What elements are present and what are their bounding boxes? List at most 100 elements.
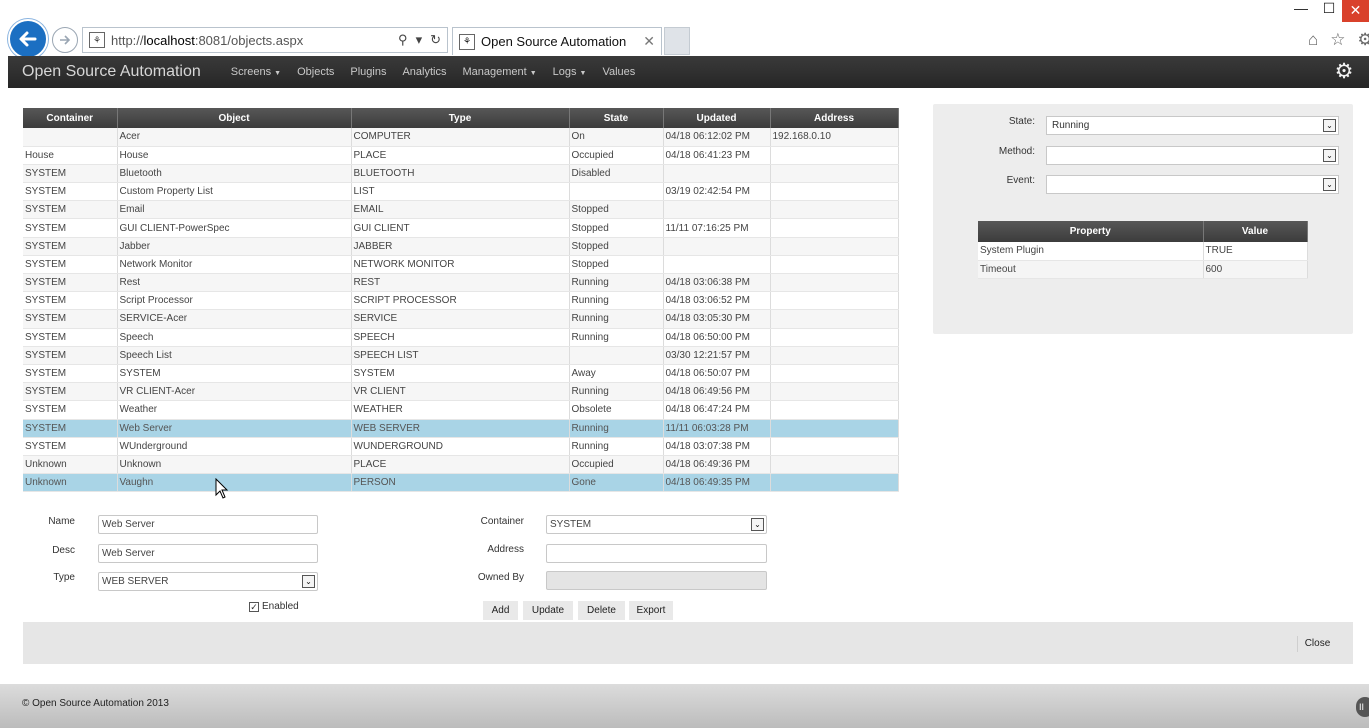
menu-item-logs[interactable]: Logs ▼	[545, 66, 595, 78]
table-row[interactable]: SYSTEM SERVICE-Acer SERVICE Running 04/18 03…	[23, 309, 899, 329]
method-select[interactable]: ⌄	[1046, 146, 1339, 165]
table-cell: Speech	[117, 328, 352, 347]
property-row[interactable]: System Plugin TRUE	[978, 242, 1308, 261]
table-row[interactable]: SYSTEM GUI CLIENT-PowerSpec GUI CLIENT Stop…	[23, 218, 899, 238]
browser-settings-icon[interactable]: ⚙	[1358, 30, 1369, 50]
desc-field[interactable]: Web Server	[98, 544, 318, 563]
chevron-down-icon[interactable]: ⌄	[1323, 119, 1336, 132]
table-cell: WEB SERVER	[351, 419, 570, 438]
table-cell	[770, 273, 899, 293]
column-header-updated[interactable]: Updated	[663, 108, 771, 128]
menu-item-label: Plugins	[350, 66, 387, 78]
menu-item-analytics[interactable]: Analytics	[394, 66, 454, 78]
add-button[interactable]: Add	[483, 601, 518, 620]
table-cell: PLACE	[351, 146, 570, 165]
table-row[interactable]: Unknown Unknown PLACE Occupied 04/18 06:49:3…	[23, 455, 899, 475]
column-header-state[interactable]: State	[569, 108, 664, 128]
name-field[interactable]: Web Server	[98, 515, 318, 534]
dropdown-icon[interactable]: ▾	[416, 32, 423, 48]
chevron-down-icon[interactable]: ⌄	[302, 575, 315, 588]
chevron-down-icon[interactable]: ⌄	[751, 518, 764, 531]
menu-item-label: Logs	[552, 66, 577, 78]
type-select[interactable]: WEB SERVER ⌄	[98, 572, 318, 591]
tab-close-icon[interactable]: ✕	[643, 33, 655, 50]
container-label: Container	[480, 516, 524, 527]
menu-item-objects[interactable]: Objects	[289, 66, 342, 78]
browser-tab[interactable]: ⚘ Open Source Automation ✕	[452, 27, 662, 55]
table-cell	[770, 382, 899, 402]
table-cell: SYSTEM	[23, 400, 118, 420]
table-row[interactable]: SYSTEM Weather WEATHER Obsolete 04/18 06:47:…	[23, 400, 899, 420]
table-row[interactable]: SYSTEM Bluetooth BLUETOOTH Disabled	[23, 164, 899, 184]
table-row[interactable]: Unknown Vaughn PERSON Gone 04/18 06:49:35 PM	[23, 473, 899, 493]
table-row[interactable]: House House PLACE Occupied 04/18 06:41:23 PM	[23, 146, 899, 165]
home-icon[interactable]: ⌂	[1308, 30, 1318, 50]
column-header-address[interactable]: Address	[770, 108, 899, 128]
table-row[interactable]: Acer COMPUTER On 04/18 06:12:02 PM 192.168.0…	[23, 128, 899, 147]
address-field[interactable]	[546, 544, 767, 563]
state-label: State:	[1008, 116, 1035, 127]
table-cell: VR CLIENT	[351, 382, 570, 402]
table-cell: Web Server	[117, 419, 352, 438]
table-cell	[663, 200, 771, 220]
container-select[interactable]: SYSTEM ⌄	[546, 515, 767, 534]
app-brand[interactable]: Open Source Automation	[22, 63, 201, 81]
menu-item-label: Objects	[297, 66, 335, 78]
address-bar[interactable]: ⚘ http://localhost:8081/objects.aspx ⚲ ▾…	[82, 27, 448, 53]
window-close-icon[interactable]: ✕	[1342, 0, 1369, 22]
favorites-star-icon[interactable]: ☆	[1330, 30, 1345, 50]
column-header-object[interactable]: Object	[117, 108, 352, 128]
table-cell	[770, 400, 899, 420]
table-row[interactable]: SYSTEM VR CLIENT-Acer VR CLIENT Running 04/1…	[23, 382, 899, 402]
main-menu: Screens ▼ Objects Plugins Analytics Managemen…	[223, 66, 643, 78]
menu-item-screens[interactable]: Screens ▼	[223, 66, 289, 78]
column-header-type[interactable]: Type	[351, 108, 570, 128]
table-cell	[770, 291, 899, 311]
table-row[interactable]: SYSTEM Custom Property List LIST 03/19 02:4…	[23, 182, 899, 202]
table-cell	[770, 419, 899, 438]
table-row[interactable]: SYSTEM Speech SPEECH Running 04/18 06:50:00 …	[23, 328, 899, 347]
export-button[interactable]: Export	[629, 601, 673, 620]
refresh-icon[interactable]: ↻	[430, 32, 441, 48]
prop-header-value[interactable]: Value	[1203, 221, 1308, 242]
table-row[interactable]: SYSTEM Jabber JABBER Stopped	[23, 237, 899, 256]
enabled-checkbox[interactable]: ✓	[249, 602, 259, 612]
update-button[interactable]: Update	[523, 601, 573, 620]
address-tools: ⚲ ▾ ↻	[398, 32, 441, 48]
menu-item-values[interactable]: Values	[594, 66, 643, 78]
minimize-icon[interactable]: —	[1290, 0, 1312, 22]
search-icon[interactable]: ⚲	[398, 32, 408, 48]
table-row[interactable]: SYSTEM SYSTEM SYSTEM Away 04/18 06:50:07 PM	[23, 364, 899, 384]
menu-item-label: Values	[602, 66, 636, 78]
state-select[interactable]: Running ⌄	[1046, 116, 1339, 135]
table-cell: 11/11 06:03:28 PM	[663, 419, 771, 438]
new-tab-button[interactable]	[664, 27, 690, 55]
chevron-down-icon[interactable]: ⌄	[1323, 149, 1336, 162]
table-cell: SERVICE	[351, 309, 570, 329]
table-row[interactable]: SYSTEM Speech List SPEECH LIST 03/30 12:21:…	[23, 346, 899, 365]
menu-item-plugins[interactable]: Plugins	[342, 66, 394, 78]
table-row[interactable]: SYSTEM Web Server WEB SERVER Running 11/11 0…	[23, 419, 899, 438]
prop-header-property[interactable]: Property	[978, 221, 1204, 242]
gear-icon[interactable]: ⚙	[1333, 61, 1355, 83]
menu-item-management[interactable]: Management ▼	[454, 66, 544, 78]
chevron-down-icon[interactable]: ⌄	[1323, 178, 1336, 191]
property-row[interactable]: Timeout 600	[978, 260, 1308, 279]
table-row[interactable]: SYSTEM Network Monitor NETWORK MONITOR Stop…	[23, 255, 899, 275]
table-cell: 03/19 02:42:54 PM	[663, 182, 771, 202]
forward-button[interactable]	[52, 27, 78, 53]
table-row[interactable]: SYSTEM WUnderground WUNDERGROUND Running 04/…	[23, 437, 899, 456]
table-cell: Running	[569, 419, 664, 438]
delete-button[interactable]: Delete	[578, 601, 625, 620]
table-row[interactable]: SYSTEM Email EMAIL Stopped	[23, 200, 899, 220]
column-header-container[interactable]: Container	[23, 108, 118, 128]
table-cell: SYSTEM	[23, 382, 118, 402]
table-row[interactable]: SYSTEM Rest REST Running 04/18 03:06:38 PM	[23, 273, 899, 293]
form-footer-bar	[23, 622, 1353, 664]
back-button[interactable]	[8, 19, 48, 59]
close-button[interactable]: Close	[1297, 636, 1337, 652]
table-row[interactable]: SYSTEM Script Processor SCRIPT PROCESSOR Ru…	[23, 291, 899, 311]
table-cell: JABBER	[351, 237, 570, 256]
event-select[interactable]: ⌄	[1046, 175, 1339, 194]
maximize-icon[interactable]: ☐	[1318, 0, 1340, 22]
